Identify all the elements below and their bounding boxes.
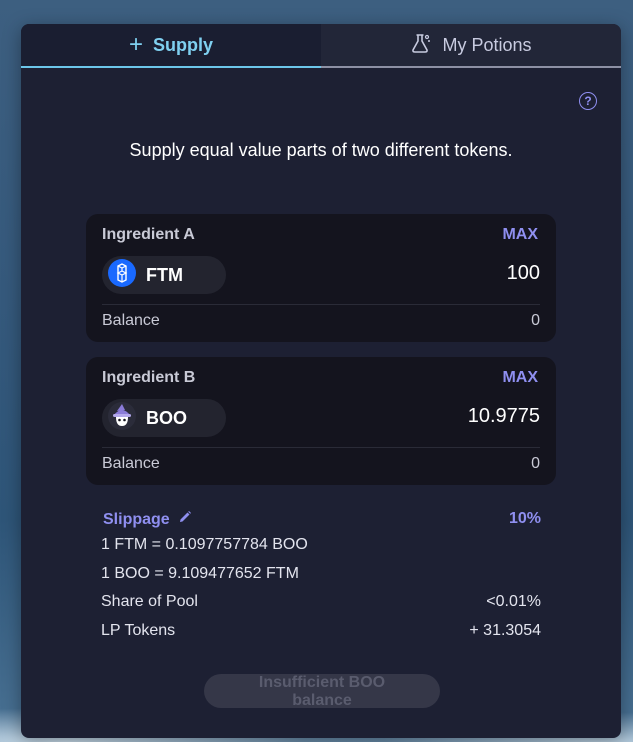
ingredient-b-title: Ingredient B <box>102 369 196 386</box>
ingredient-b-balance-label: Balance <box>102 455 160 472</box>
slippage-label: Slippage <box>103 510 170 528</box>
tab-my-potions-label: My Potions <box>442 34 532 55</box>
tab-bar: + Supply My Potions <box>21 24 621 68</box>
ingredient-a-title: Ingredient A <box>102 226 195 243</box>
ingredient-a-token-name: FTM <box>146 264 183 285</box>
ingredient-b-token-name: BOO <box>146 407 188 428</box>
share-of-pool-value: <0.01% <box>486 593 541 610</box>
ingredient-b-max-button[interactable]: MAX <box>502 369 538 387</box>
ingredient-a-amount-input[interactable]: 100 <box>507 262 540 285</box>
slippage-setting[interactable]: Slippage <box>103 510 192 529</box>
page-subtitle: Supply equal value parts of two differen… <box>129 140 513 160</box>
insufficient-balance-button[interactable]: Insufficient BOO balance <box>204 674 440 709</box>
fantom-icon <box>108 258 136 292</box>
ingredient-a-balance-label: Balance <box>102 312 160 329</box>
divider <box>102 304 540 305</box>
ingredient-a-card: Ingredient A MAX FTM 100 Balance 0 <box>86 214 556 342</box>
ingredient-a-token-select[interactable]: FTM <box>102 256 226 294</box>
action-button-line1: Insufficient BOO <box>258 674 386 691</box>
tab-supply-label: Supply <box>153 34 214 55</box>
help-icon[interactable]: ? <box>579 92 597 110</box>
lp-tokens-label: LP Tokens <box>101 622 176 639</box>
rate-boo-ftm: 1 BOO = 9.109477652 FTM <box>101 565 299 582</box>
ingredient-a-balance-value: 0 <box>531 312 540 329</box>
rate-ftm-boo: 1 FTM = 0.1097757784 BOO <box>101 536 308 553</box>
action-button-line2: balance <box>292 692 352 709</box>
flask-icon <box>410 32 432 59</box>
lp-tokens-row: LP Tokens + 31.3054 <box>101 622 541 640</box>
ingredient-a-max-button[interactable]: MAX <box>502 226 538 244</box>
share-of-pool-row: Share of Pool <0.01% <box>101 593 541 611</box>
ingredient-b-balance-value: 0 <box>531 455 540 472</box>
liquidity-panel: + Supply My Potions ? Supply equal value… <box>21 24 621 738</box>
lp-tokens-value: + 31.3054 <box>469 622 541 639</box>
plus-icon: + <box>128 31 143 58</box>
slippage-value: 10% <box>508 510 541 527</box>
divider <box>102 447 540 448</box>
tab-supply[interactable]: + Supply <box>21 24 321 68</box>
ingredient-b-token-select[interactable]: BOO <box>102 399 226 437</box>
share-of-pool-label: Share of Pool <box>101 593 198 610</box>
ingredient-b-card: Ingredient B MAX BOO 10.9775 Balance 0 <box>86 357 556 485</box>
pencil-icon[interactable] <box>178 510 192 529</box>
ingredient-b-amount-input[interactable]: 10.9775 <box>468 405 540 428</box>
boo-ghost-icon <box>108 401 136 435</box>
tab-my-potions[interactable]: My Potions <box>321 24 621 68</box>
